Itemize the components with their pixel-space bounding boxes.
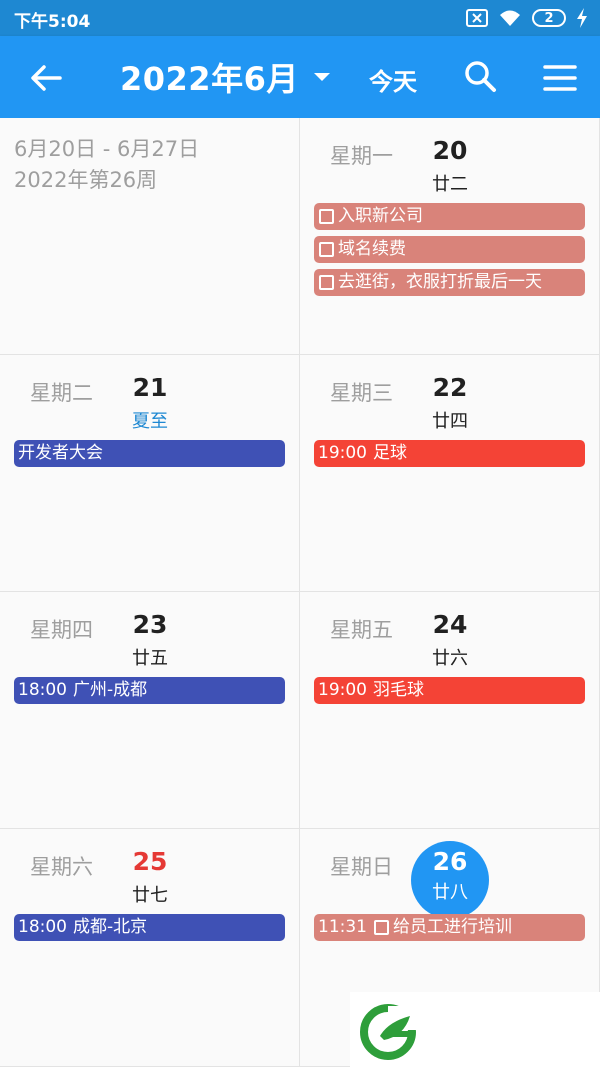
day-cell-wed[interactable]: 星期三 22 廿四 19:00 足球 [300,355,600,592]
event-title: 去逛街，衣服打折最后一天 [338,272,542,292]
day-of-week: 星期三 [330,381,393,405]
event-item[interactable]: 去逛街，衣服打折最后一天 [314,269,585,296]
week-grid: 6月20日 - 6月27日 2022年第26周 星期一 20 廿二 入职新公司 … [0,118,600,1067]
wifi-icon [500,10,520,26]
checkbox-icon[interactable] [319,242,334,257]
solar-term: 夏至 [132,411,168,432]
event-item[interactable]: 18:00 广州-成都 [14,677,285,704]
day-of-week: 星期四 [30,618,93,642]
event-title: 开发者大会 [18,443,103,463]
lunar-date: 廿四 [432,411,468,432]
lunar-date: 廿六 [432,648,468,669]
leaf-logo-icon [360,1004,416,1060]
event-title: 羽毛球 [373,680,424,700]
search-icon[interactable] [462,58,498,94]
day-number: 23 [132,610,168,639]
lunar-date: 廿五 [132,648,168,669]
event-title: 广州-成都 [73,680,148,700]
day-cell-fri[interactable]: 星期五 24 廿六 19:00 羽毛球 [300,592,600,829]
event-time: 19:00 [318,680,367,700]
event-title: 足球 [373,443,407,463]
day-of-week: 星期六 [30,855,93,879]
event-item[interactable]: 19:00 羽毛球 [314,677,585,704]
event-title: 入职新公司 [338,206,423,226]
day-number: 21 [132,373,168,402]
day-cell-thu[interactable]: 星期四 23 廿五 18:00 广州-成都 [0,592,300,829]
app-bar: 2022年6月 今天 [0,36,600,118]
today-indicator: 26 廿八 [411,841,489,919]
checkbox-icon[interactable] [319,275,334,290]
event-title: 域名续费 [338,239,406,259]
day-number: 25 [132,847,168,876]
checkbox-icon[interactable] [374,920,389,935]
event-item[interactable]: 开发者大会 [14,440,285,467]
day-number: 20 [432,136,468,165]
event-item[interactable]: 19:00 足球 [314,440,585,467]
day-cell-tue[interactable]: 星期二 21 夏至 开发者大会 [0,355,300,592]
lunar-date: 廿八 [432,882,468,903]
charging-bolt-icon [577,8,587,28]
week-number: 2022年第26周 [14,168,158,192]
day-number: 22 [432,373,468,402]
status-time: 下午5:04 [14,12,91,32]
event-title: 成都-北京 [73,917,148,937]
event-time: 11:31 [318,917,367,937]
day-number: 24 [432,610,468,639]
day-of-week: 星期日 [330,855,393,879]
day-of-week: 星期五 [330,618,393,642]
event-item[interactable]: 入职新公司 [314,203,585,230]
watermark-logo [350,992,600,1067]
day-number: 26 [432,847,468,876]
menu-icon[interactable] [542,60,578,96]
today-button[interactable]: 今天 [369,62,417,97]
lunar-date: 廿七 [132,885,168,906]
status-icons: 2 [466,6,588,30]
event-item[interactable]: 18:00 成都-北京 [14,914,285,941]
sim-card-x-icon [466,9,488,27]
month-title: 2022年6月 [120,60,299,98]
event-title: 给员工进行培训 [393,917,512,937]
sim-badge-number: 2 [544,10,554,26]
back-arrow-icon[interactable] [26,58,66,98]
day-of-week: 星期二 [30,381,93,405]
month-selector[interactable]: 2022年6月 [120,54,331,100]
event-time: 18:00 [18,680,67,700]
checkbox-icon[interactable] [319,209,334,224]
dropdown-caret-icon [313,73,330,81]
day-cell-sat[interactable]: 星期六 25 廿七 18:00 成都-北京 [0,829,300,1067]
day-cell-mon[interactable]: 星期一 20 廿二 入职新公司 域名续费 去逛街，衣服打折最后一天 [300,118,600,355]
event-time: 19:00 [318,443,367,463]
lunar-date: 廿二 [432,174,468,195]
event-item[interactable]: 域名续费 [314,236,585,263]
day-of-week: 星期一 [330,144,393,168]
sim-badge: 2 [532,9,566,27]
event-time: 18:00 [18,917,67,937]
week-summary: 6月20日 - 6月27日 2022年第26周 [14,134,199,196]
status-bar: 下午5:04 2 [0,0,600,36]
week-date-range: 6月20日 - 6月27日 [14,137,200,161]
week-summary-cell: 6月20日 - 6月27日 2022年第26周 [0,118,300,355]
event-item[interactable]: 11:31 给员工进行培训 [314,914,585,941]
